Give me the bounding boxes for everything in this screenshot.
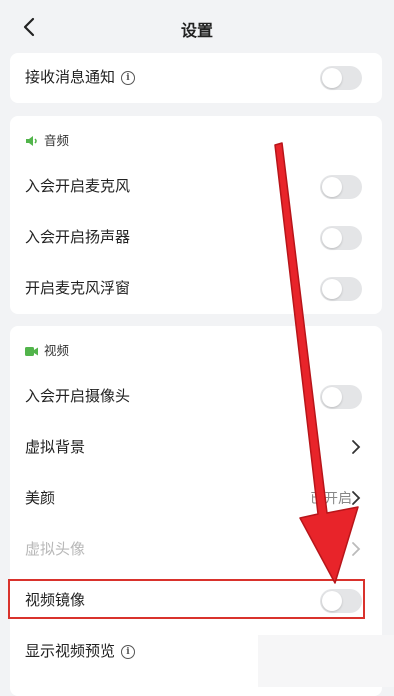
notifications-label-text: 接收消息通知 xyxy=(25,68,116,86)
audio-card: 音频 入会开启麦克风 入会开启扬声器 开启麦克风浮窗 xyxy=(10,116,382,314)
chevron-right-icon xyxy=(352,440,361,454)
audio-mic-toggle[interactable] xyxy=(320,175,362,199)
audio-speaker-label: 入会开启扬声器 xyxy=(25,228,131,246)
video-camera-toggle[interactable] xyxy=(320,385,362,409)
notifications-row: 接收消息通知 i xyxy=(10,53,382,103)
notifications-toggle[interactable] xyxy=(320,66,362,90)
audio-row-speaker: 入会开启扬声器 xyxy=(10,213,382,263)
video-row-beauty[interactable]: 美颜 已开启 xyxy=(10,474,382,524)
video-section-title: 视频 xyxy=(44,343,70,358)
audio-row-float: 开启麦克风浮窗 xyxy=(10,264,382,314)
audio-row-mic: 入会开启麦克风 xyxy=(10,162,382,212)
chevron-right-icon xyxy=(352,542,361,556)
video-section-header: 视频 xyxy=(25,340,69,359)
video-camera-icon xyxy=(25,347,38,356)
nav-bar: 设置 xyxy=(0,0,394,54)
video-beauty-label: 美颜 xyxy=(25,489,56,507)
audio-float-toggle[interactable] xyxy=(320,277,362,301)
notifications-label: 接收消息通知 i xyxy=(25,66,136,87)
video-beauty-value: 已开启 xyxy=(310,491,352,507)
video-preview-label: 显示视频预览 i xyxy=(25,640,136,661)
video-camera-label: 入会开启摄像头 xyxy=(25,387,131,405)
audio-speaker-toggle[interactable] xyxy=(320,226,362,250)
speaker-icon xyxy=(26,136,37,146)
video-preview-label-text: 显示视频预览 xyxy=(25,642,116,660)
info-icon[interactable]: i xyxy=(121,71,136,85)
highlight-box xyxy=(8,579,365,619)
audio-mic-label: 入会开启麦克风 xyxy=(25,177,131,195)
notifications-card: 接收消息通知 i xyxy=(10,53,382,103)
audio-section-header: 音频 xyxy=(25,130,69,149)
video-virtual-bg-label: 虚拟背景 xyxy=(25,438,86,456)
watermark-patch xyxy=(258,635,394,687)
audio-float-label: 开启麦克风浮窗 xyxy=(25,279,131,297)
video-row-virtual-bg[interactable]: 虚拟背景 xyxy=(10,423,382,473)
video-row-camera: 入会开启摄像头 xyxy=(10,372,382,422)
video-avatar-label: 虚拟头像 xyxy=(25,540,86,558)
chevron-right-icon xyxy=(352,491,361,505)
page-title: 设置 xyxy=(180,21,213,40)
info-icon[interactable]: i xyxy=(121,645,136,659)
audio-section-title: 音频 xyxy=(44,133,70,148)
video-row-avatar[interactable]: 虚拟头像 xyxy=(10,525,382,575)
